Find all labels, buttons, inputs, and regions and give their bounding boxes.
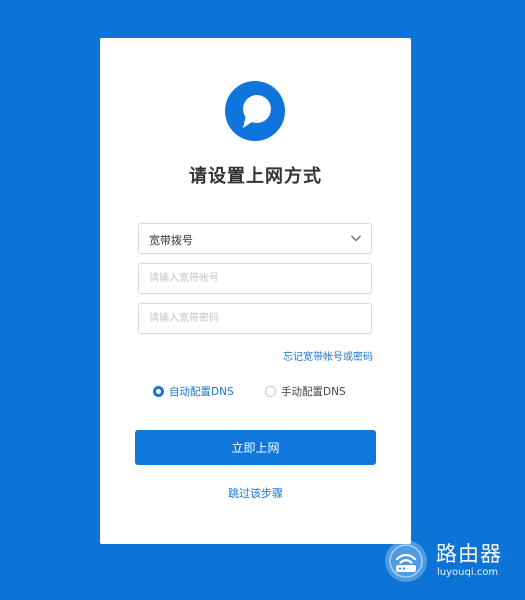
broadband-password-field — [138, 303, 372, 334]
broadband-password-input[interactable] — [139, 304, 371, 333]
radio-checked-icon — [153, 386, 164, 397]
broadband-account-input[interactable] — [139, 264, 371, 293]
dns-auto-label: 自动配置DNS — [169, 386, 234, 398]
watermark-url: luyouqi.com — [437, 567, 499, 578]
connection-type-value: 宽带拨号 — [149, 234, 193, 247]
setup-card: 请设置上网方式 宽带拨号 忘记宽带帐号或密码 自动配置DNS 手动配置DNS 立… — [100, 38, 411, 544]
chevron-down-icon — [351, 235, 361, 242]
dns-manual-radio[interactable]: 手动配置DNS — [265, 384, 346, 399]
radio-unchecked-icon — [265, 386, 276, 397]
watermark: 路由器 luyouqi.com — [384, 537, 514, 585]
broadband-account-field — [138, 263, 372, 294]
connect-now-button[interactable]: 立即上网 — [135, 430, 376, 465]
skip-step-link[interactable]: 跳过该步骤 — [100, 485, 411, 501]
forgot-account-password-link[interactable]: 忘记宽带帐号或密码 — [283, 348, 373, 363]
page-title: 请设置上网方式 — [189, 166, 322, 187]
dns-manual-label: 手动配置DNS — [281, 386, 346, 398]
router-logo-icon — [225, 81, 285, 141]
wifi-badge-icon — [385, 540, 427, 582]
dns-auto-radio[interactable]: 自动配置DNS — [153, 384, 234, 399]
connection-type-select[interactable]: 宽带拨号 — [138, 223, 372, 254]
watermark-title: 路由器 — [436, 542, 502, 566]
